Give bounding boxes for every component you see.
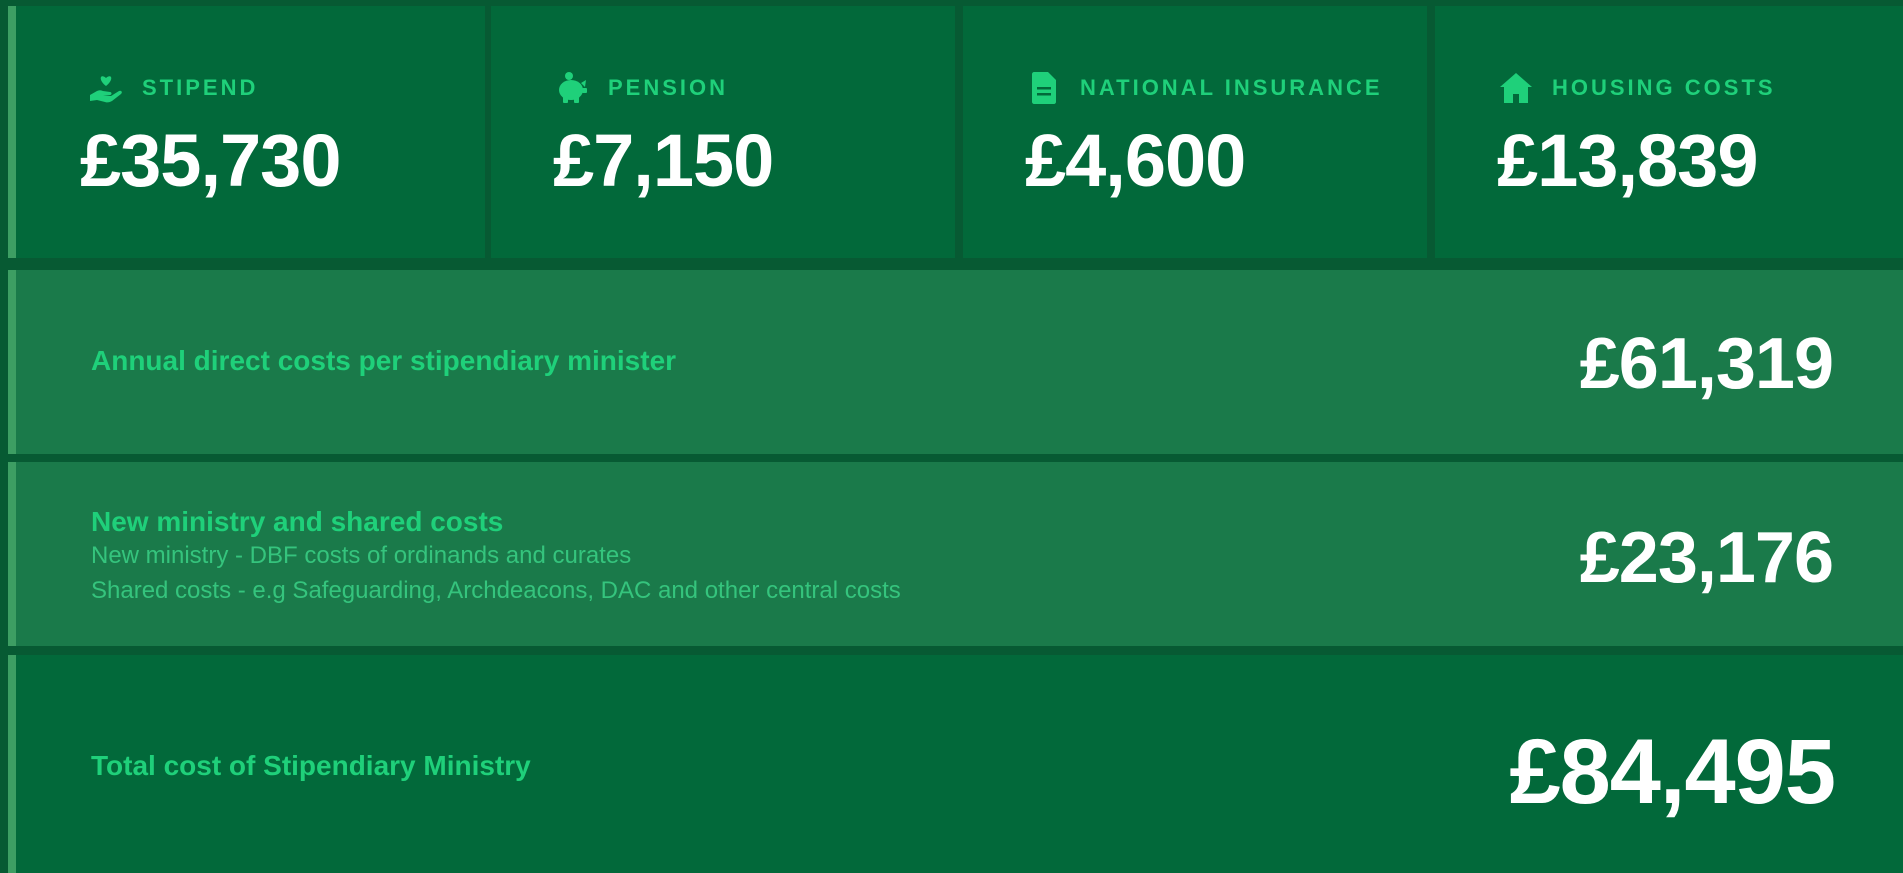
housing-costs-card: HOUSING COSTS £13,839 (1435, 6, 1903, 258)
pension-value: £7,150 (553, 119, 774, 202)
shared-costs-line: Shared costs - e.g Safeguarding, Archdea… (91, 577, 901, 604)
pension-card-header: PENSION (554, 70, 728, 106)
stipend-value: £35,730 (80, 119, 341, 202)
housing-costs-value: £13,839 (1497, 119, 1758, 202)
new-ministry-title: New ministry and shared costs (91, 506, 504, 537)
total-label: Total cost of Stipendiary Ministry (91, 750, 531, 781)
piggy-bank-icon (554, 70, 590, 106)
direct-costs-row: Annual direct costs per stipendiary mini… (8, 270, 1903, 454)
house-icon (1498, 70, 1534, 106)
pension-card: PENSION £7,150 (491, 6, 955, 258)
national-insurance-label: NATIONAL INSURANCE (1080, 75, 1383, 100)
housing-costs-card-header: HOUSING COSTS (1498, 70, 1776, 106)
housing-costs-label: HOUSING COSTS (1552, 75, 1776, 100)
card-accent-bar (8, 6, 16, 258)
stipend-card-header: STIPEND (88, 70, 258, 106)
new-ministry-row: New ministry and shared costs New minist… (8, 462, 1903, 646)
total-row: Total cost of Stipendiary Ministry £84,4… (8, 655, 1903, 873)
total-value: £84,495 (1509, 721, 1836, 823)
stipend-card: STIPEND £35,730 (8, 6, 485, 258)
national-insurance-value: £4,600 (1025, 119, 1246, 202)
pension-label: PENSION (608, 75, 729, 100)
cost-dashboard: STIPEND £35,730 PENSION £7,150 NATIONAL … (0, 0, 1903, 873)
row-accent-bar (8, 270, 16, 454)
direct-costs-value: £61,319 (1579, 324, 1834, 404)
document-icon (1026, 70, 1062, 106)
new-ministry-value: £23,176 (1579, 518, 1834, 598)
new-ministry-line: New ministry - DBF costs of ordinands an… (91, 542, 632, 569)
national-insurance-card-header: NATIONAL INSURANCE (1026, 70, 1383, 106)
direct-costs-label: Annual direct costs per stipendiary mini… (91, 345, 677, 376)
row-accent-bar (8, 462, 16, 646)
stat-cards: STIPEND £35,730 PENSION £7,150 NATIONAL … (0, 0, 1903, 262)
national-insurance-card: NATIONAL INSURANCE £4,600 (963, 6, 1427, 258)
stipend-label: STIPEND (142, 75, 259, 100)
hand-heart-icon (88, 70, 124, 106)
row-accent-bar (8, 655, 16, 873)
